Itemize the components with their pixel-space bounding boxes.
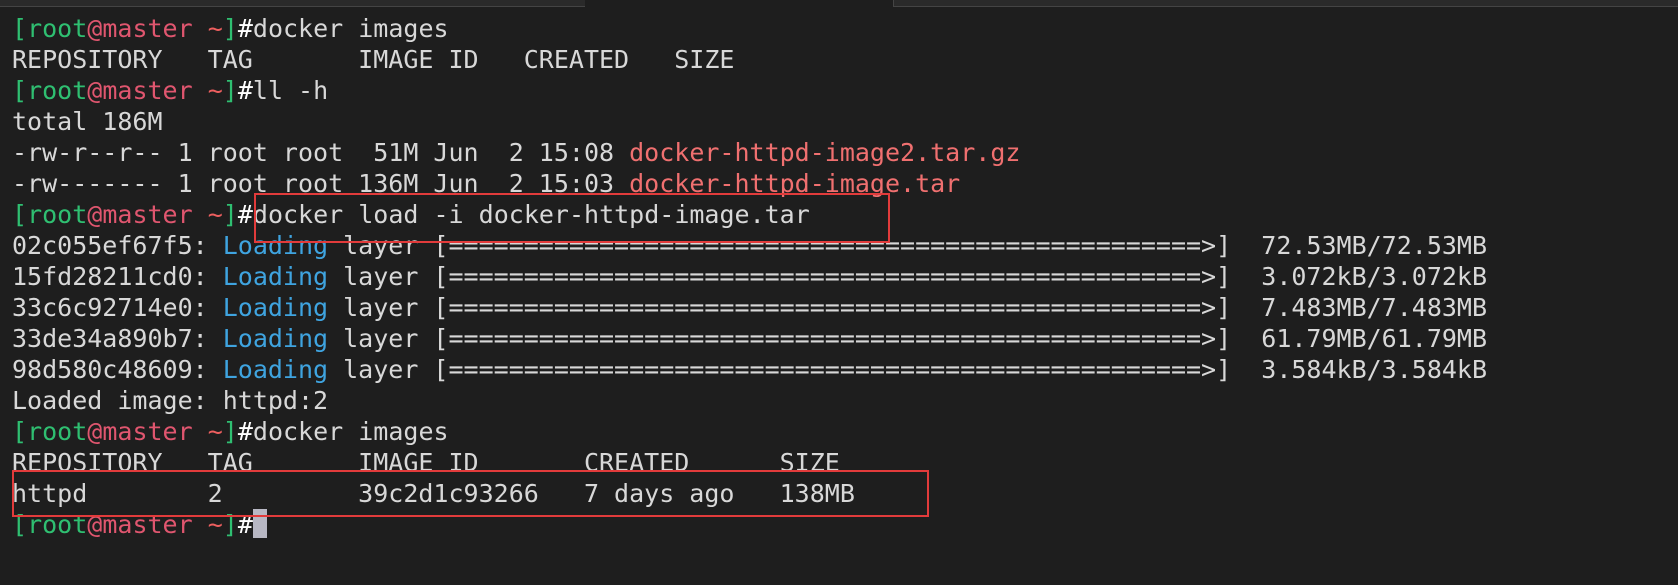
prompt-line: [root@master ~]#docker images — [12, 13, 1487, 44]
layer-line: 33de34a890b7: Loading layer [===========… — [12, 323, 1487, 354]
progress-bar: layer [=================================… — [328, 262, 1262, 291]
prompt-close: ] — [222, 200, 238, 229]
prompt-line: [root@master ~]#ll -h — [12, 75, 1487, 106]
prompt-open: [ — [12, 14, 28, 43]
prompt-dir: ~ — [192, 200, 223, 229]
file-meta: -rw-r--r-- 1 root root 51M Jun 2 15:08 — [12, 138, 630, 167]
prompt-dir: ~ — [192, 14, 223, 43]
loading-word: Loading — [222, 293, 329, 322]
prompt-at: @ — [87, 417, 103, 446]
command-text: docker images — [252, 14, 449, 43]
layer-size: 61.79MB/61.79MB — [1261, 324, 1488, 353]
layer-id: 33c6c92714e0: — [12, 293, 223, 322]
layer-size: 72.53MB/72.53MB — [1261, 231, 1488, 260]
tab-bar-right — [893, 0, 1678, 7]
command-text: docker images — [252, 417, 449, 446]
prompt-at: @ — [87, 14, 103, 43]
layer-id: 98d580c48609: — [12, 355, 223, 384]
prompt-at: @ — [87, 200, 103, 229]
layer-id: 15fd28211cd0: — [12, 262, 223, 291]
prompt-hash: # — [237, 14, 253, 43]
prompt-close: ] — [222, 417, 238, 446]
highlight-box-image-row — [12, 470, 929, 517]
loading-word: Loading — [222, 355, 329, 384]
progress-bar: layer [=================================… — [328, 293, 1262, 322]
layer-line: 15fd28211cd0: Loading layer [===========… — [12, 261, 1487, 292]
prompt-host: master — [102, 200, 193, 229]
prompt-close: ] — [222, 76, 238, 105]
prompt-hash: # — [237, 76, 253, 105]
prompt-hash: # — [237, 200, 253, 229]
loading-word: Loading — [222, 324, 329, 353]
prompt-user: root — [27, 200, 88, 229]
tab-bar-left — [0, 0, 585, 7]
layer-id: 02c055ef67f5: — [12, 231, 223, 260]
layer-line: 98d580c48609: Loading layer [===========… — [12, 354, 1487, 385]
file-listing-line: -rw-r--r-- 1 root root 51M Jun 2 15:08 d… — [12, 137, 1487, 168]
command-text: ll -h — [252, 76, 329, 105]
prompt-user: root — [27, 14, 88, 43]
prompt-open: [ — [12, 200, 28, 229]
prompt-user: root — [27, 417, 88, 446]
prompt-host: master — [102, 417, 193, 446]
prompt-host: master — [102, 76, 193, 105]
file-name: docker-httpd-image2.tar.gz — [629, 138, 1021, 167]
terminal-output: [root@master ~]#docker images REPOSITORY… — [12, 13, 1487, 540]
prompt-open: [ — [12, 76, 28, 105]
output-line: total 186M — [12, 107, 163, 136]
prompt-dir: ~ — [192, 76, 223, 105]
prompt-at: @ — [87, 76, 103, 105]
prompt-user: root — [27, 76, 88, 105]
layer-line: 33c6c92714e0: Loading layer [===========… — [12, 292, 1487, 323]
prompt-dir: ~ — [192, 417, 223, 446]
prompt-hash: # — [237, 417, 253, 446]
layer-size: 7.483MB/7.483MB — [1261, 293, 1488, 322]
layer-id: 33de34a890b7: — [12, 324, 223, 353]
layer-size: 3.072kB/3.072kB — [1261, 262, 1488, 291]
highlight-box-load-command — [254, 193, 890, 243]
progress-bar: layer [=================================… — [328, 355, 1262, 384]
prompt-open: [ — [12, 417, 28, 446]
terminal-window[interactable]: [root@master ~]#docker images REPOSITORY… — [0, 0, 1678, 585]
prompt-host: master — [102, 14, 193, 43]
output-line: Loaded image: httpd:2 — [12, 386, 329, 415]
loading-word: Loading — [222, 262, 329, 291]
prompt-close: ] — [222, 14, 238, 43]
output-line: REPOSITORY TAG IMAGE ID CREATED SIZE — [12, 45, 735, 74]
prompt-line: [root@master ~]#docker images — [12, 416, 1487, 447]
layer-size: 3.584kB/3.584kB — [1261, 355, 1488, 384]
progress-bar: layer [=================================… — [328, 324, 1262, 353]
